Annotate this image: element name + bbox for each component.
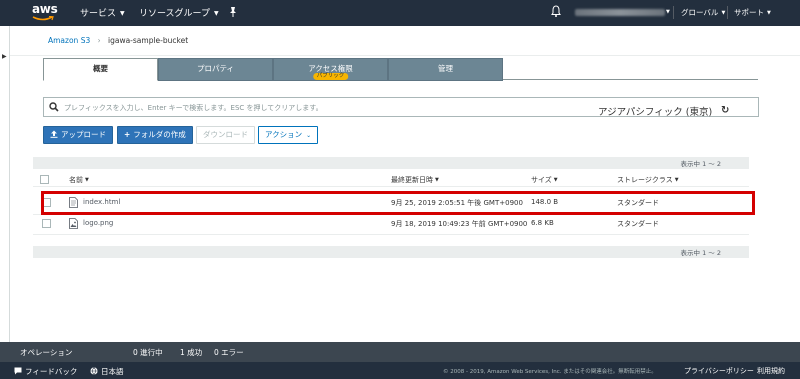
tab-permissions-label: アクセス権限 [308, 64, 353, 73]
file-size: 6.8 KB [531, 219, 554, 227]
feedback-label: フィードバック [25, 367, 78, 376]
pagination-bottom: 表示中 1 ～ 2 [33, 246, 749, 258]
chevron-down-icon: ▼ [214, 10, 219, 17]
aws-logo-text: aws [32, 2, 58, 16]
support-menu-label: サポート [734, 8, 764, 17]
sidebar-toggle[interactable]: ▶ [0, 26, 10, 342]
chevron-down-icon: ▼ [721, 10, 726, 16]
top-navigation: aws サービス ▼ リソースグループ ▼ ▼ グローバル ▼ サポート ▼ [0, 0, 800, 26]
tab-management-label: 管理 [438, 64, 453, 73]
actions-dropdown[interactable]: アクション ⌄ [258, 126, 319, 144]
region-menu[interactable]: グローバル ▼ [681, 7, 725, 18]
table-row[interactable]: logo.png 9月 18, 2019 10:49:23 午前 GMT+090… [33, 214, 749, 234]
last-modified: 9月 18, 2019 10:49:23 午前 GMT+0900 [391, 220, 528, 228]
upload-button[interactable]: アップロード [43, 126, 113, 144]
create-folder-button[interactable]: + フォルダの作成 [117, 126, 193, 144]
tab-properties-label: プロパティ [196, 64, 235, 73]
operations-bar[interactable]: オペレーション 0 進行中 1 成功 0 エラー [0, 342, 800, 362]
breadcrumb-bucket-name: igawa-sample-bucket [108, 36, 189, 45]
terms-link[interactable]: 利用規約 [757, 366, 785, 376]
pin-icon[interactable] [228, 5, 238, 19]
support-menu[interactable]: サポート ▼ [734, 7, 771, 18]
storage-class: スタンダード [617, 220, 659, 228]
tab-bar: 概要 プロパティ アクセス権限 パブリック 管理 [43, 56, 758, 81]
column-name-header-label: 名前 [69, 176, 83, 184]
feedback-icon [14, 367, 22, 375]
globe-icon [90, 367, 98, 375]
divider [33, 234, 749, 235]
language-selector[interactable]: 日本語 [90, 366, 124, 377]
column-storage-class-header-label: ストレージクラス [617, 176, 673, 184]
chevron-right-icon: ▶ [2, 53, 7, 60]
pagination-top: 表示中 1 ～ 2 [33, 157, 749, 169]
search-placeholder: プレフィックスを入力し、Enter キーで検索します。ESC を押してクリアしま… [64, 104, 323, 112]
account-name-redacted[interactable] [575, 9, 665, 16]
upload-icon [50, 130, 58, 138]
tab-properties[interactable]: プロパティ [158, 58, 273, 81]
copyright-text: © 2008 - 2019, Amazon Web Services, Inc.… [443, 369, 657, 375]
resource-groups-menu-label: リソースグループ [139, 9, 211, 19]
chevron-down-icon: ▼ [666, 9, 670, 15]
tab-permissions[interactable]: アクセス権限 パブリック [273, 58, 388, 81]
image-file-icon [69, 218, 78, 229]
file-name-link[interactable]: logo.png [83, 219, 113, 227]
feedback-link[interactable]: フィードバック [14, 366, 77, 377]
footer: フィードバック 日本語 © 2008 - 2019, Amazon Web Se… [0, 362, 800, 379]
actions-dropdown-label: アクション [265, 130, 303, 139]
refresh-icon[interactable]: ↻ [721, 105, 729, 116]
download-button[interactable]: ダウンロード [196, 126, 255, 144]
operations-success: 1 成功 [180, 348, 203, 357]
operations-label: オペレーション [20, 348, 73, 357]
aws-smile-icon [32, 16, 54, 21]
breadcrumb-separator: › [97, 36, 101, 45]
sort-desc-icon: ▼ [553, 177, 558, 183]
privacy-policy-link[interactable]: プライバシーポリシー [684, 366, 754, 376]
sort-desc-icon: ▼ [85, 177, 89, 183]
services-menu[interactable]: サービス ▼ [80, 6, 125, 19]
column-modified-header-label: 最終更新日時 [391, 176, 433, 184]
download-button-label: ダウンロード [203, 130, 248, 139]
table-header: 名前 ▼ 最終更新日時 ▼ サイズ ▼ ストレージクラス ▼ [33, 172, 749, 187]
chevron-down-icon: ⌄ [306, 132, 312, 139]
aws-logo[interactable]: aws [30, 2, 64, 24]
tab-overview-label: 概要 [93, 64, 108, 73]
tab-overview[interactable]: 概要 [43, 58, 158, 81]
divider [727, 6, 728, 19]
chevron-down-icon: ▼ [120, 10, 125, 17]
column-size-header[interactable]: サイズ ▼ [531, 175, 558, 185]
search-icon [49, 102, 59, 112]
services-menu-label: サービス [80, 9, 117, 19]
row-checkbox[interactable] [42, 219, 51, 228]
operations-in-progress: 0 進行中 [133, 348, 163, 357]
chevron-down-icon: ▼ [767, 10, 771, 16]
pagination-top-label: 表示中 1 ～ 2 [680, 160, 721, 168]
tab-management[interactable]: 管理 [388, 58, 503, 81]
upload-button-label: アップロード [61, 130, 106, 139]
create-folder-button-label: フォルダの作成 [133, 130, 186, 139]
column-size-header-label: サイズ [531, 176, 552, 184]
account-menu-caret[interactable]: ▼ [663, 7, 670, 16]
public-badge: パブリック [312, 73, 349, 80]
language-label: 日本語 [101, 367, 124, 376]
operations-errors: 0 エラー [214, 348, 244, 357]
region-menu-label: グローバル [681, 8, 719, 17]
bell-icon[interactable] [551, 5, 561, 18]
pagination-bottom-label: 表示中 1 ～ 2 [680, 249, 721, 257]
breadcrumb: Amazon S3 › igawa-sample-bucket [48, 36, 188, 45]
sort-desc-icon: ▼ [674, 177, 679, 183]
region-label: アジアパシフィック (東京) [598, 107, 713, 118]
breadcrumb-s3-link[interactable]: Amazon S3 [48, 36, 90, 45]
divider [673, 6, 674, 19]
resource-groups-menu[interactable]: リソースグループ ▼ [139, 6, 219, 19]
column-storage-class-header[interactable]: ストレージクラス ▼ [617, 175, 679, 185]
column-name-header[interactable]: 名前 ▼ [69, 175, 89, 185]
plus-icon: + [124, 130, 131, 139]
column-modified-header[interactable]: 最終更新日時 ▼ [391, 175, 439, 185]
select-all-checkbox[interactable] [40, 175, 49, 184]
highlight-box [41, 191, 755, 215]
sort-desc-icon: ▼ [435, 177, 439, 183]
